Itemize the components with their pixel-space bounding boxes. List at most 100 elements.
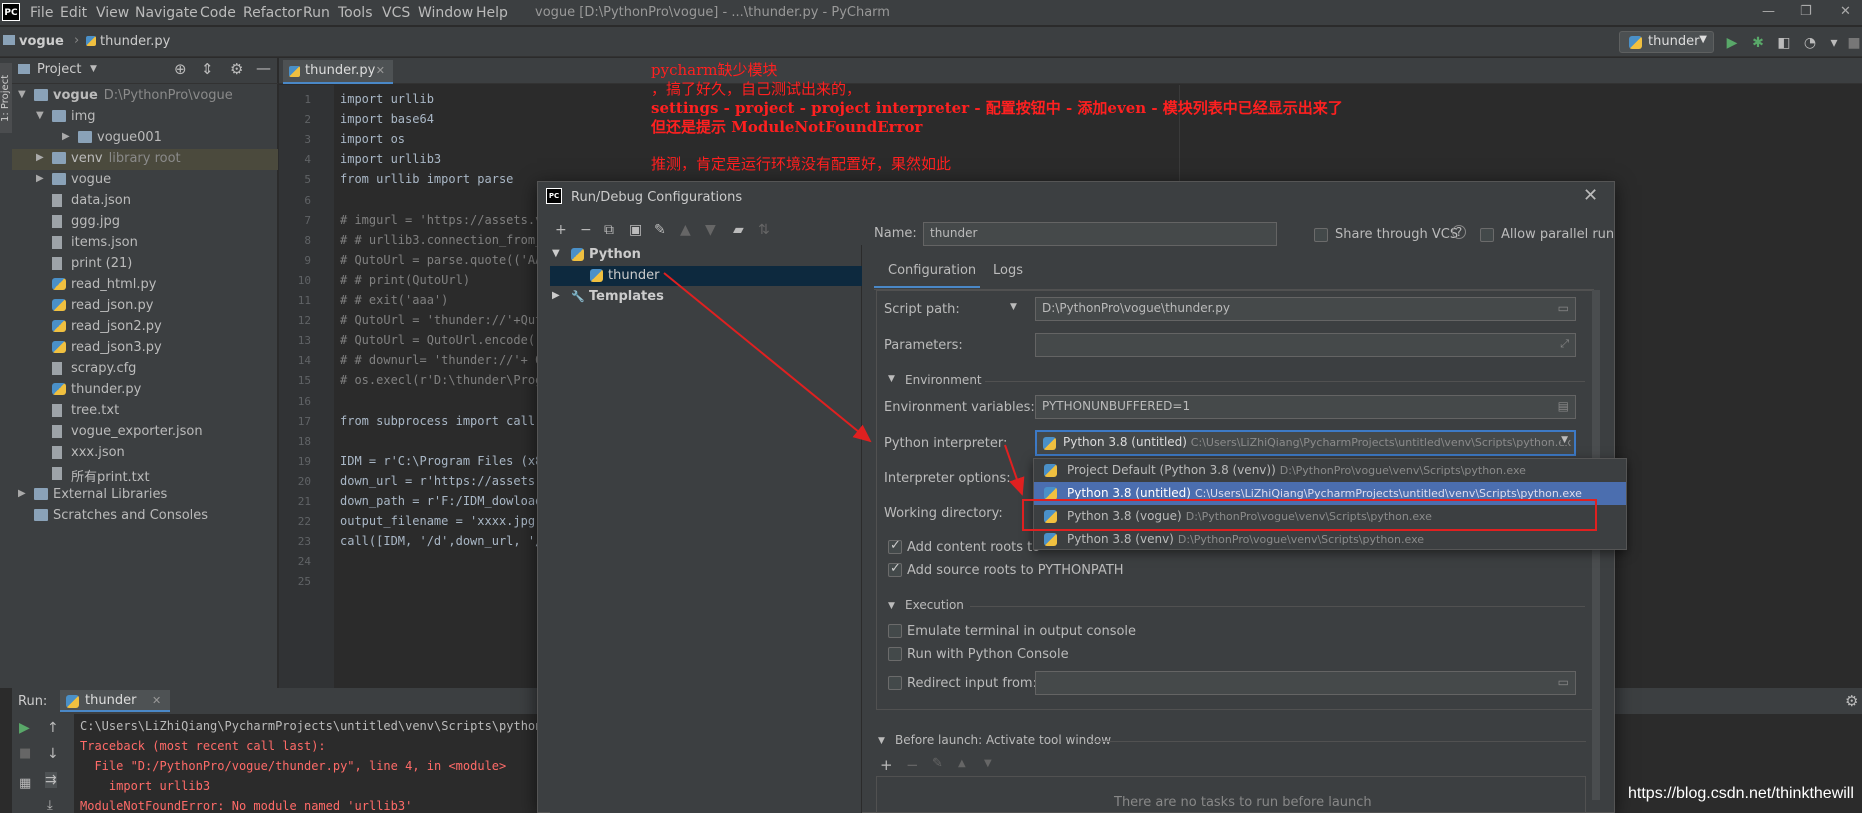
menu-window[interactable]: Window	[418, 5, 473, 21]
menu-vcs[interactable]: VCS	[382, 5, 410, 21]
close-tab-icon[interactable]: ✕	[376, 64, 385, 77]
add-task-icon[interactable]: +	[880, 756, 893, 774]
save-config-icon[interactable]: ▣	[629, 222, 642, 238]
tree-item-vogue[interactable]: ▶ vogue	[12, 170, 278, 191]
debug-icon[interactable]: ✱	[1750, 35, 1766, 51]
menu-view[interactable]: View	[96, 5, 129, 21]
sort-icon[interactable]: ⇅	[758, 222, 770, 238]
folder-browse-icon[interactable]: ▭	[1558, 675, 1569, 689]
run-tab-thunder[interactable]: thunder ✕	[60, 690, 170, 712]
breadcrumb-file[interactable]: thunder.py	[100, 34, 170, 49]
allow-parallel-checkbox[interactable]	[1480, 228, 1494, 242]
add-content-roots-checkbox[interactable]	[888, 538, 902, 554]
chevron-down-icon[interactable]: ▼	[1010, 302, 1017, 312]
chevron-down-icon[interactable]: ▼	[878, 736, 885, 746]
scroll-up-icon[interactable]: ↑	[47, 720, 59, 736]
tree-item-tree-txt[interactable]: tree.txt	[12, 401, 278, 422]
interpreter-option[interactable]: Project Default (Python 3.8 (venv)) D:\Py…	[1034, 459, 1626, 482]
config-tree-item-python[interactable]: ▼ Python	[550, 245, 862, 265]
tree-item-vogue001[interactable]: ▶ vogue001	[12, 128, 278, 149]
stop-icon[interactable]: ■	[1846, 35, 1862, 51]
run-config-select[interactable]: thunder ▼	[1619, 31, 1714, 53]
script-path-input[interactable]: D:\PythonPro\vogue\thunder.py ▭	[1035, 297, 1576, 321]
minimize-icon[interactable]: —	[1762, 4, 1775, 19]
parameters-input[interactable]: ⤢	[1035, 333, 1576, 357]
menu-edit[interactable]: Edit	[60, 5, 87, 21]
scroll-down-icon[interactable]: ↓	[47, 746, 59, 762]
tree-item-read-json2-py[interactable]: read_json2.py	[12, 317, 278, 338]
move-down-icon[interactable]: ▼	[705, 222, 716, 238]
menu-run[interactable]: Run	[303, 5, 330, 21]
chevron-right-icon[interactable]: ▶	[36, 173, 44, 184]
config-tree-item-templates[interactable]: ▶ 🔧 Templates	[550, 287, 862, 307]
tree-item-print-21[interactable]: print (21)	[12, 254, 278, 275]
chevron-down-icon[interactable]: ▼	[90, 64, 97, 74]
edit-defaults-icon[interactable]: ✎	[654, 222, 666, 238]
config-tree-item-thunder[interactable]: thunder	[550, 266, 862, 286]
chevron-right-icon[interactable]: ▶	[552, 290, 560, 301]
copy-config-icon[interactable]: ⧉	[604, 222, 614, 238]
layout-icon[interactable]: ▦	[19, 776, 31, 791]
emulate-terminal-checkbox[interactable]	[888, 624, 902, 638]
run-icon[interactable]: ▶	[1724, 35, 1740, 51]
tree-item-read-html-py[interactable]: read_html.py	[12, 275, 278, 296]
move-up-icon[interactable]: ▲	[680, 222, 691, 238]
tree-item-read-json3-py[interactable]: read_json3.py	[12, 338, 278, 359]
soft-wrap-icon[interactable]: ⇉	[45, 772, 57, 788]
python-console-checkbox[interactable]	[888, 647, 902, 661]
tab-thunder-py[interactable]: thunder.py ✕	[283, 60, 393, 84]
menu-navigate[interactable]: Navigate	[135, 5, 198, 21]
tree-item-xxx-json[interactable]: xxx.json	[12, 443, 278, 464]
tab-configuration[interactable]: Configuration	[888, 263, 976, 278]
coverage-icon[interactable]: ◧	[1776, 35, 1792, 51]
folder-browse-icon[interactable]: ▭	[1558, 301, 1569, 315]
remove-task-icon[interactable]: −	[906, 756, 919, 774]
add-config-icon[interactable]: +	[555, 222, 567, 238]
tree-item-scrapy-cfg[interactable]: scrapy.cfg	[12, 359, 278, 380]
menu-file[interactable]: File	[30, 5, 53, 21]
redirect-input-checkbox[interactable]	[888, 676, 902, 690]
chevron-right-icon[interactable]: ▶	[36, 152, 44, 163]
chevron-right-icon[interactable]: ▶	[62, 131, 70, 142]
tree-item-external-libraries[interactable]: ▶ External Libraries	[12, 485, 278, 506]
env-vars-input[interactable]: PYTHONUNBUFFERED=1 ▤	[1035, 395, 1576, 419]
chevron-down-icon[interactable]: ▼	[36, 110, 44, 121]
edit-list-icon[interactable]: ▤	[1558, 399, 1569, 413]
close-dialog-icon[interactable]: ✕	[1583, 185, 1598, 206]
rerun-icon[interactable]: ▶	[19, 720, 30, 736]
redirect-input-field[interactable]: ▭	[1035, 671, 1576, 695]
chevron-down-icon[interactable]: ▼	[1561, 435, 1568, 445]
interpreter-select[interactable]: Python 3.8 (untitled) C:\Users\LiZhiQian…	[1035, 430, 1576, 456]
scroll-to-end-icon[interactable]: ⤓	[47, 798, 53, 813]
collapse-all-icon[interactable]: ⇕	[201, 60, 214, 78]
maximize-icon[interactable]: ❐	[1800, 4, 1812, 19]
gear-icon[interactable]: ⚙	[1845, 692, 1858, 710]
menu-code[interactable]: Code	[200, 5, 236, 21]
move-down-icon[interactable]: ▼	[984, 758, 992, 769]
interpreter-option[interactable]: Python 3.8 (venv) D:\PythonPro\vogue\venv…	[1034, 528, 1626, 551]
chevron-right-icon[interactable]: ▶	[18, 488, 26, 499]
tree-item-ggg-jpg[interactable]: ggg.jpg	[12, 212, 278, 233]
add-source-roots-checkbox[interactable]	[888, 561, 902, 577]
close-window-icon[interactable]: ✕	[1840, 4, 1851, 19]
menu-refactor[interactable]: Refactor	[243, 5, 302, 21]
chevron-down-icon[interactable]: ▼	[888, 601, 895, 611]
folder-icon[interactable]: ▰	[733, 222, 744, 238]
tree-item-thunder-py[interactable]: thunder.py	[12, 380, 278, 401]
project-tool-tab[interactable]: 1: Project	[0, 63, 12, 133]
locate-icon[interactable]: ⊕	[174, 60, 187, 78]
breadcrumb-project[interactable]: vogue	[19, 34, 64, 49]
tree-item-read-json-py[interactable]: read_json.py	[12, 296, 278, 317]
chevron-down-icon[interactable]: ▼	[552, 248, 560, 259]
tab-logs[interactable]: Logs	[993, 263, 1023, 278]
profile-icon[interactable]: ◔	[1802, 35, 1818, 51]
tree-item-scratches-and-consoles[interactable]: Scratches and Consoles	[12, 506, 278, 527]
tree-item-vogue[interactable]: ▼ vogue D:\PythonPro\vogue	[12, 86, 278, 107]
move-up-icon[interactable]: ▲	[958, 758, 966, 769]
concurrency-icon[interactable]: ▾	[1826, 35, 1842, 51]
chevron-down-icon[interactable]: ▼	[888, 374, 895, 384]
help-icon[interactable]: ?	[1452, 225, 1466, 239]
tree-item-print-txt[interactable]: 所有print.txt	[12, 464, 278, 485]
chevron-down-icon[interactable]: ▼	[18, 89, 26, 100]
expand-icon[interactable]: ⤢	[1560, 337, 1569, 351]
